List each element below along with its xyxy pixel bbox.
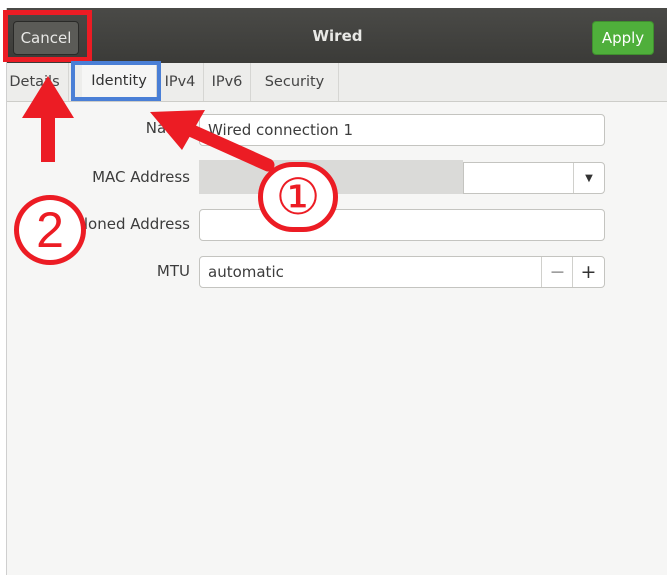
- dialog-title: Wired: [312, 26, 363, 45]
- mac-address-combo[interactable]: ▼: [463, 162, 605, 194]
- mtu-spinbox[interactable]: automatic − +: [199, 256, 605, 288]
- step-2-badge: 2: [14, 195, 86, 265]
- mtu-label: MTU: [156, 262, 190, 280]
- tab-bar: Details Identity IPv4 IPv6 Security: [7, 63, 667, 102]
- cloned-address-field[interactable]: [199, 209, 605, 241]
- cancel-button[interactable]: Cancel: [13, 21, 79, 55]
- chevron-down-icon[interactable]: ▼: [573, 163, 604, 193]
- mtu-value[interactable]: automatic: [208, 263, 284, 281]
- name-label: Name: [145, 119, 190, 137]
- mtu-decrement-button[interactable]: −: [541, 257, 573, 287]
- tab-identity[interactable]: Identity: [82, 63, 157, 101]
- header-bar: Cancel Wired Apply: [7, 8, 667, 63]
- tab-security[interactable]: Security: [251, 63, 339, 101]
- mtu-increment-button[interactable]: +: [572, 257, 604, 287]
- mac-address-label: MAC Address: [92, 168, 190, 186]
- tab-ipv4[interactable]: IPv4: [157, 63, 204, 101]
- connection-dialog: Cancel Wired Apply Details Identity IPv4…: [6, 8, 667, 575]
- name-field[interactable]: Wired connection 1: [199, 114, 605, 146]
- tab-details[interactable]: Details: [1, 63, 69, 101]
- apply-button[interactable]: Apply: [592, 21, 654, 55]
- tab-ipv6[interactable]: IPv6: [204, 63, 251, 101]
- step-1-badge: ①: [258, 162, 338, 232]
